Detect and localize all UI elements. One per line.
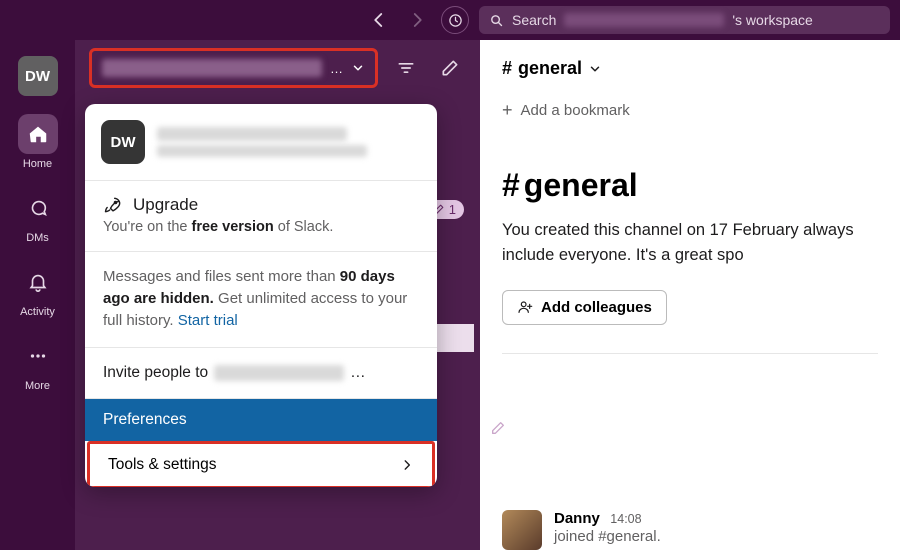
rail-label-activity: Activity [20,306,55,318]
start-trial-link[interactable]: Start trial [178,312,238,329]
draft-count: 1 [449,202,456,217]
pencil-icon [490,420,506,436]
search-input[interactable]: Search 's workspace [479,6,890,34]
search-label-prefix: Search [512,12,556,28]
rail-label-dms: DMs [26,232,49,244]
prefs-edit-icon-aside[interactable] [490,420,506,436]
workspace-menu-button[interactable]: … [89,48,378,88]
chevron-down-icon [351,61,365,75]
history-button[interactable] [441,6,469,34]
more-icon [27,345,49,367]
channel-name-header: general [518,58,582,79]
workspace-menu: DW Upgrade You're on the free version of… [85,104,437,487]
tools-settings-item[interactable]: Tools & settings [87,441,435,487]
preferences-item[interactable]: Preferences [85,399,437,441]
workspace-header: … [75,40,480,96]
channel-hero-desc: You created this channel on 17 February … [502,218,878,268]
upgrade-section[interactable]: Upgrade You're on the free version of Sl… [85,181,437,251]
chevron-right-icon [400,458,414,472]
upgrade-desc-post: of Slack. [274,219,334,235]
compose-icon [440,58,460,78]
top-bar: Search 's workspace [0,0,900,40]
message-author[interactable]: Danny [554,510,600,527]
channel-name-hero: general [502,167,638,204]
add-bookmark-button[interactable]: + Add a bookmark [502,101,878,119]
add-person-icon [517,299,533,315]
workspace-switcher[interactable]: DW [18,56,58,96]
rocket-icon [103,195,123,215]
rail-item-dms[interactable]: DMs [18,188,58,244]
upgrade-title: Upgrade [133,195,198,215]
history-desc-pre: Messages and files sent more than [103,268,340,285]
workspace-menu-badge: DW [101,120,145,164]
invite-prefix: Invite people to [103,364,208,382]
channel-content: # general + Add a bookmark general You c… [480,40,900,550]
message-time: 14:08 [610,512,641,526]
rail-label-more: More [25,380,50,392]
dms-icon [27,197,49,219]
invite-suffix: … [350,364,366,382]
nav-forward-button[interactable] [403,6,431,34]
workspace-menu-header[interactable]: DW [85,104,437,180]
invite-people-item[interactable]: Invite people to … [85,348,437,398]
bell-icon [27,271,49,293]
message-text: joined #general. [554,528,661,545]
home-icon [27,123,49,145]
add-bookmark-label: Add a bookmark [521,102,630,119]
plus-icon: + [502,101,513,119]
rail-item-more[interactable]: More [18,336,58,392]
preferences-label: Preferences [103,411,187,429]
chevron-down-icon [588,62,602,76]
workspace-name-redacted [102,59,322,77]
workspace-menu-name-redacted [157,127,347,141]
search-workspace-redacted [564,13,724,27]
channel-sidebar: … 1 DW [75,40,480,550]
channel-title-button[interactable]: # general [502,58,878,79]
nav-back-button[interactable] [365,6,393,34]
invite-workspace-redacted [214,365,344,381]
nav-rail: DW Home DMs Activity More [0,40,75,550]
add-colleagues-label: Add colleagues [541,299,652,316]
channel-header: # general + Add a bookmark [480,40,900,131]
rail-item-activity[interactable]: Activity [18,262,58,318]
filter-icon [396,58,416,78]
upgrade-desc-pre: You're on the [103,219,192,235]
compose-button[interactable] [434,52,466,84]
rail-label-home: Home [23,158,52,170]
rail-item-home[interactable]: Home [18,114,58,170]
tools-settings-label: Tools & settings [108,456,217,474]
message-row[interactable]: Danny 14:08 joined #general. [480,510,900,550]
channel-hero-title: general [502,167,878,204]
avatar[interactable] [502,510,542,550]
search-icon [489,13,504,28]
search-label-suffix: 's workspace [732,12,812,28]
upgrade-desc-bold: free version [192,219,274,235]
add-colleagues-button[interactable]: Add colleagues [502,290,667,325]
history-section: Messages and files sent more than 90 day… [85,252,437,347]
filter-button[interactable] [390,52,422,84]
workspace-menu-sub-redacted [157,145,367,157]
